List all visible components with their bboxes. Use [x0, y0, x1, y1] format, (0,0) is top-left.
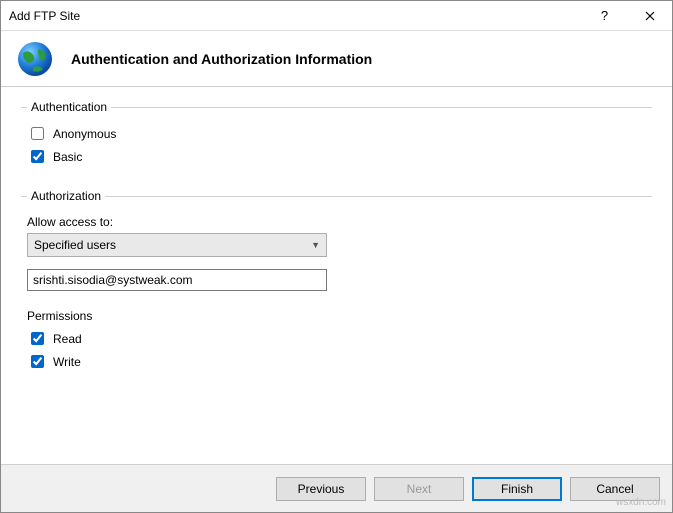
chevron-down-icon: ▼ [311, 240, 320, 250]
authentication-group: Authentication Anonymous Basic [21, 107, 652, 166]
anonymous-label: Anonymous [53, 127, 116, 141]
read-label: Read [53, 332, 82, 346]
finish-button[interactable]: Finish [472, 477, 562, 501]
permissions-label: Permissions [27, 309, 646, 323]
write-checkbox-row[interactable]: Write [27, 352, 646, 371]
help-button[interactable]: ? [582, 1, 627, 30]
globe-icon [15, 39, 55, 79]
next-button: Next [374, 477, 464, 501]
write-checkbox[interactable] [31, 355, 44, 368]
wizard-header: Authentication and Authorization Informa… [1, 31, 672, 87]
anonymous-checkbox-row[interactable]: Anonymous [27, 124, 646, 143]
watermark: wsxdn.com [616, 497, 666, 508]
allow-access-select[interactable]: Specified users ▼ [27, 233, 327, 257]
authorization-group: Authorization Allow access to: Specified… [21, 196, 652, 371]
anonymous-checkbox[interactable] [31, 127, 44, 140]
authorization-label: Authorization [27, 189, 105, 203]
allow-access-value: Specified users [34, 238, 116, 252]
wizard-title: Authentication and Authorization Informa… [71, 51, 372, 67]
basic-label: Basic [53, 150, 82, 164]
titlebar: Add FTP Site ? [1, 1, 672, 31]
close-icon [645, 11, 655, 21]
allow-access-label: Allow access to: [27, 215, 646, 229]
window-title: Add FTP Site [9, 9, 582, 23]
read-checkbox-row[interactable]: Read [27, 329, 646, 348]
content-area: Authentication Anonymous Basic Authoriza… [1, 87, 672, 462]
write-label: Write [53, 355, 81, 369]
basic-checkbox-row[interactable]: Basic [27, 147, 646, 166]
wizard-footer: Previous Next Finish Cancel [1, 464, 672, 512]
authentication-label: Authentication [27, 100, 111, 114]
close-button[interactable] [627, 1, 672, 30]
read-checkbox[interactable] [31, 332, 44, 345]
previous-button[interactable]: Previous [276, 477, 366, 501]
basic-checkbox[interactable] [31, 150, 44, 163]
user-input[interactable] [27, 269, 327, 291]
